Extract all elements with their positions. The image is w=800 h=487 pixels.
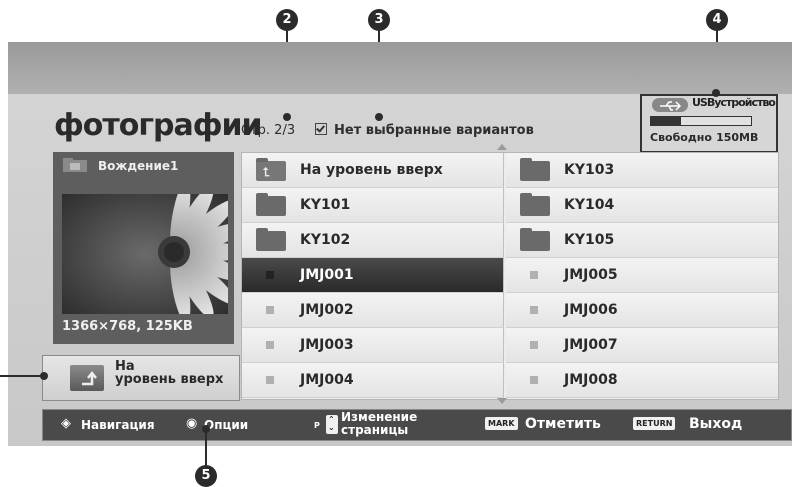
photo-checkbox-icon	[266, 376, 274, 384]
callout-5: 5	[195, 465, 217, 487]
usb-icon	[652, 98, 688, 112]
navigation-icon: ◈	[61, 416, 71, 431]
item-label: KY105	[564, 232, 615, 248]
up-arrow-icon: ⮤	[263, 165, 271, 179]
item-label: JMJ008	[564, 372, 618, 388]
item-label: KY103	[564, 162, 615, 178]
options-label[interactable]: Опции	[204, 418, 248, 432]
options-icon: ◉	[186, 416, 198, 431]
callout-4: 4	[706, 9, 728, 31]
folder-item[interactable]: KY104	[506, 188, 778, 223]
up-folder-icon	[70, 365, 104, 391]
item-label: JMJ006	[564, 302, 618, 318]
folder-item[interactable]: KY103	[506, 153, 778, 188]
photo-item[interactable]: JMJ002	[242, 293, 504, 328]
item-label: JMJ001	[300, 267, 354, 283]
preview-info: 1366×768, 125KB	[62, 319, 193, 334]
usb-free-value: 150MB	[716, 131, 759, 144]
mark-key: MARK	[485, 417, 518, 430]
folder-item[interactable]: KY101	[242, 188, 504, 223]
checkbox-icon	[315, 123, 327, 135]
photo-checkbox-icon	[266, 341, 274, 349]
folder-icon	[256, 193, 286, 216]
photo-item[interactable]: JMJ003	[242, 328, 504, 363]
folder-icon	[256, 228, 286, 251]
callout-5-line	[205, 432, 207, 466]
up-folder-icon: ⮤	[256, 158, 286, 181]
usb-label: USBустройство	[692, 96, 776, 109]
photo-folder-icon	[62, 157, 88, 173]
up-level-item[interactable]: ⮤ На уровень вверх	[242, 153, 504, 188]
item-label: На уровень вверх	[300, 162, 443, 178]
photo-item[interactable]: JMJ005	[506, 258, 778, 293]
folder-icon	[520, 158, 550, 181]
usb-usage-bar	[650, 116, 752, 126]
file-grid: ⮤ На уровень вверх KY103 KY101 KY104 KY102 KY1…	[241, 152, 779, 400]
page-change-icon: ⌃ ⌄	[326, 415, 338, 434]
mark-label[interactable]: Отметить	[525, 416, 601, 432]
item-label: JMJ007	[564, 337, 618, 353]
photo-item[interactable]: JMJ008	[506, 363, 778, 398]
page-title: фотографии	[54, 108, 263, 143]
page-change-label[interactable]: Изменение страницы	[341, 411, 417, 437]
item-label: KY101	[300, 197, 351, 213]
callout-1-dot	[40, 372, 48, 380]
usb-free-space: Свободно 150MB	[650, 130, 758, 144]
callout-2: 2	[276, 9, 298, 31]
item-label: JMJ004	[300, 372, 354, 388]
photo-item[interactable]: JMJ004	[242, 363, 504, 398]
up-level-line2: уровень вверх	[115, 372, 224, 387]
photo-checkbox-icon	[530, 376, 538, 384]
scroll-up-icon[interactable]	[497, 144, 507, 150]
selection-status-text: Нет выбранные вариантов	[334, 123, 534, 138]
item-label: JMJ002	[300, 302, 354, 318]
top-band	[8, 42, 792, 94]
callout-2-dot	[283, 113, 291, 121]
up-level-button-label: На уровень вверх	[115, 360, 223, 386]
photo-item[interactable]: JMJ007	[506, 328, 778, 363]
callout-3-dot	[375, 113, 383, 121]
photo-item[interactable]: JMJ006	[506, 293, 778, 328]
photo-checkbox-icon	[530, 306, 538, 314]
usb-free-label: Свободно	[650, 131, 712, 144]
folder-item[interactable]: KY102	[242, 223, 504, 258]
page-number: Стр. 2/3	[241, 123, 296, 138]
preview-name: Вождение1	[98, 159, 179, 173]
item-label: KY102	[300, 232, 351, 248]
selection-status: Нет выбранные вариантов	[315, 123, 534, 138]
preview-photo	[62, 194, 228, 314]
usb-usage-fill	[651, 117, 681, 125]
p-key: P	[314, 421, 320, 430]
photo-checkbox-icon	[266, 271, 274, 279]
callout-3: 3	[368, 9, 390, 31]
photo-checkbox-icon	[530, 341, 538, 349]
item-label: KY104	[564, 197, 615, 213]
item-label: JMJ003	[300, 337, 354, 353]
folder-icon	[520, 193, 550, 216]
item-label: JMJ005	[564, 267, 618, 283]
folder-icon	[520, 228, 550, 251]
bottom-bar: ◈ Навигация ◉ Опции P ⌃ ⌄ Изменение страни…	[42, 409, 792, 441]
photo-checkbox-icon	[530, 271, 538, 279]
scroll-down-icon[interactable]	[497, 398, 507, 404]
navigation-label: Навигация	[81, 418, 155, 432]
return-label[interactable]: Выход	[689, 416, 742, 432]
photo-item[interactable]: JMJ001	[242, 258, 504, 293]
return-key: RETURN	[633, 417, 676, 430]
folder-item[interactable]: KY105	[506, 223, 778, 258]
callout-1-line	[0, 375, 44, 377]
page-change-line2: страницы	[341, 423, 409, 437]
photo-checkbox-icon	[266, 306, 274, 314]
